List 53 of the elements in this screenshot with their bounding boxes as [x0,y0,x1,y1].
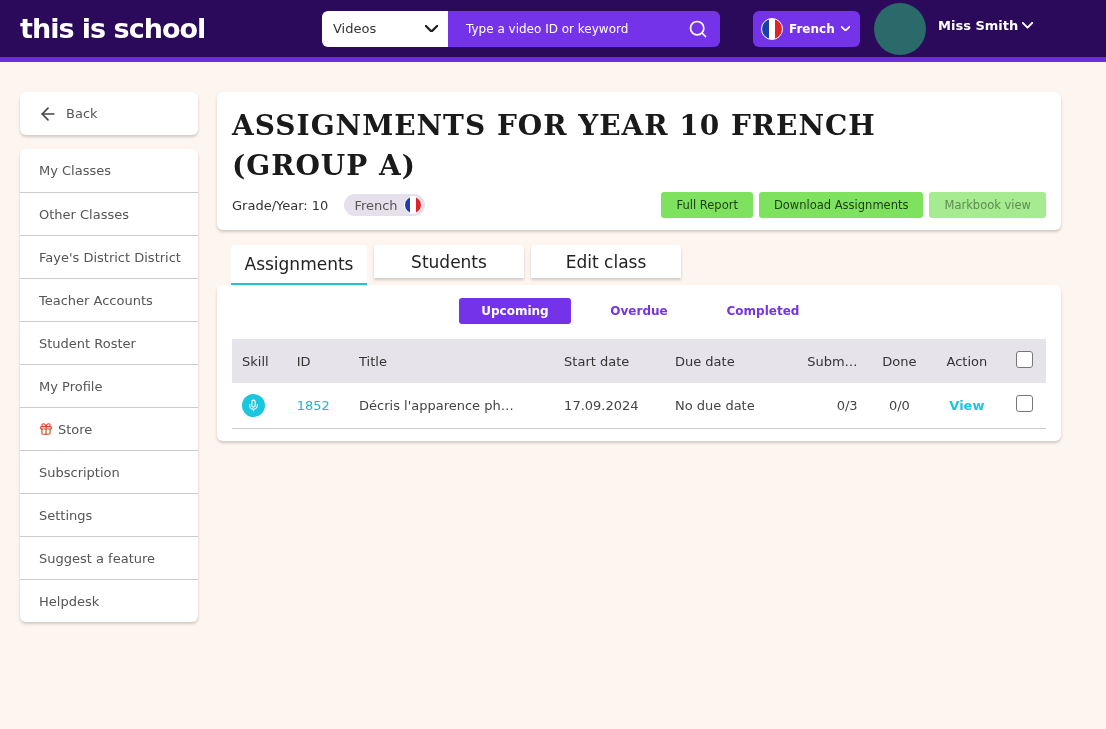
table-cell: 0/3 [784,383,868,428]
filter-tab[interactable]: Completed [707,298,819,324]
column-header: ID [286,339,350,383]
sidebar-item[interactable]: My Profile [20,364,198,407]
report-button[interactable]: Full Report [661,192,753,218]
language-tag: French [344,194,425,216]
microphone-icon [242,393,265,417]
row-checkbox[interactable] [1015,395,1033,413]
column-header: Start date [554,339,665,383]
tab[interactable]: Students [374,245,524,278]
search-input[interactable]: Type a video ID or keyword [464,20,664,37]
table-cell: 0/0 [867,383,932,428]
tab[interactable]: Assignments [231,245,367,285]
table-cell: Décris l'apparence ph… [349,383,555,428]
flag-icon [403,196,422,214]
sidebar-item[interactable]: Student Roster [20,321,198,364]
back-button[interactable]: Back [20,92,198,135]
search-icon[interactable] [688,18,708,39]
sidebar-item[interactable]: Suggest a feature [20,536,198,579]
column-header: Title [349,339,555,383]
filter-tab[interactable]: Overdue [583,298,695,324]
column-header: Done [867,339,932,383]
filter-tab[interactable]: Upcoming [459,298,571,324]
chevron-icon [425,24,438,33]
gift-icon [39,422,53,436]
table-cell: 17.09.2024 [554,383,665,428]
sidebar-item[interactable]: My Classes [20,149,198,192]
sidebar-item[interactable]: Subscription [20,450,198,493]
logo[interactable]: this is school [20,13,322,44]
column-header: Subm… [784,339,868,383]
flag-icon [761,17,783,40]
table-cell: No due date [664,383,785,428]
column-header: Action [931,339,1003,383]
sidebar-item[interactable]: Helpdesk [20,579,198,622]
tab[interactable]: Edit class [531,245,681,278]
search-type-dropdown[interactable]: Videos [322,10,448,47]
chevron-icon [1022,22,1034,29]
language-button[interactable]: French [753,10,860,47]
grade-label: Grade/Year: 10 [232,197,329,213]
search-field[interactable]: Type a video ID or keyword [448,10,720,47]
user-menu[interactable]: Miss Smith [932,17,1040,34]
report-button[interactable]: Download Assignments [758,192,924,218]
sidebar-item[interactable]: Teacher Accounts [20,278,198,321]
sidebar-item[interactable]: Store [20,407,198,450]
chevron-icon [840,25,850,32]
sidebar-item[interactable]: Other Classes [20,192,198,235]
avatar[interactable] [874,2,926,55]
column-header: Skill [232,339,287,383]
page-title: ASSIGNMENTS FOR YEAR 10 FRENCH (GROUP A) [232,108,877,184]
sidebar-item[interactable]: Settings [20,493,198,536]
column-header: Due date [664,339,785,383]
sidebar-item[interactable]: Faye's District District [20,235,198,278]
select-all-checkbox[interactable] [1015,351,1033,368]
